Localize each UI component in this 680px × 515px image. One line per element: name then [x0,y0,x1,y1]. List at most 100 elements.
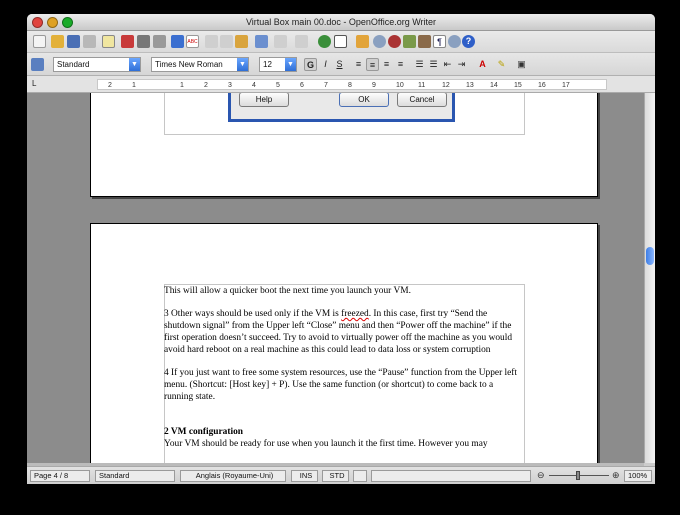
gallery-icon[interactable] [403,35,416,48]
paragraph: 3 Other ways should be used only if the … [164,308,524,356]
increase-indent-icon[interactable]: ⇥ [455,58,468,71]
navigator-icon[interactable] [388,35,401,48]
decrease-indent-icon[interactable]: ⇤ [441,58,454,71]
zoom-handle[interactable] [576,471,580,480]
preview-icon[interactable] [153,35,166,48]
ruler-tick: 7 [324,82,328,89]
ruler-tick: 10 [396,82,404,89]
zoom-window-button[interactable] [62,17,73,28]
modified-indicator [353,470,367,482]
ruler-tick: 14 [490,82,498,89]
align-left-icon[interactable]: ≡ [352,58,365,71]
status-bar: Page 4 / 8 Standard Anglais (Royaume-Uni… [27,466,655,484]
ruler-tick: 13 [466,82,474,89]
horizontal-ruler[interactable]: L 2 1 1 2 3 4 5 6 7 8 9 10 11 12 13 14 1… [27,76,655,93]
zoom-out-icon[interactable]: ⊖ [537,470,545,481]
ruler-tick: 6 [300,82,304,89]
show-draw-icon[interactable] [356,35,369,48]
background-color-icon[interactable]: ▣ [515,58,528,71]
align-right-icon[interactable]: ≡ [380,58,393,71]
edit-icon[interactable] [102,35,115,48]
styles-icon[interactable] [31,58,44,71]
title-bar: Virtual Box main 00.doc - OpenOffice.org… [27,14,655,31]
paragraph: 4 If you just want to free some system r… [164,368,518,402]
standard-toolbar: ABC ¶ ? [27,31,655,53]
underline-button[interactable]: S [333,58,346,71]
ruler-tick: 4 [252,82,256,89]
redo-icon[interactable] [295,35,308,48]
selection-mode-indicator[interactable]: STD [322,470,349,482]
text-run: 3 Other ways should be used only if the … [164,309,342,319]
bold-button[interactable]: G [304,58,317,71]
ruler-tick: 5 [276,82,280,89]
chevron-down-icon[interactable]: ▼ [237,58,248,71]
paragraph: This will allow a quicker boot the next … [164,286,411,296]
hyperlink-icon[interactable] [318,35,331,48]
ruler-tick: 11 [418,82,426,89]
document-page[interactable]: Help OK Cancel [90,93,598,197]
font-name-value: Times New Roman [155,60,223,69]
save-icon[interactable] [67,35,80,48]
paragraph: Your VM should be ready for use when you… [164,439,488,449]
vertical-scrollbar[interactable] [644,93,655,463]
email-icon[interactable] [83,35,96,48]
window-title: Virtual Box main 00.doc - OpenOffice.org… [245,17,437,27]
print-icon[interactable] [137,35,150,48]
table-icon[interactable] [334,35,347,48]
font-name-combo[interactable]: Times New Roman ▼ [151,57,249,72]
new-doc-icon[interactable] [33,35,46,48]
pdf-icon[interactable] [121,35,134,48]
language-indicator[interactable]: Anglais (Royaume-Uni) [180,470,286,482]
page-style-indicator[interactable]: Standard [95,470,175,482]
writer-window: Virtual Box main 00.doc - OpenOffice.org… [27,14,655,484]
spellcheck-icon[interactable] [171,35,184,48]
paragraph-style-combo[interactable]: Standard ▼ [53,57,141,72]
signature-indicator [371,470,531,482]
empty-paragraph [164,414,524,426]
ruler-tick: 9 [372,82,376,89]
undo-icon[interactable] [274,35,287,48]
ruler-tick: 1 [180,82,184,89]
cut-icon[interactable] [205,35,218,48]
zoom-slider[interactable]: ⊖ ⊕ [537,470,622,482]
numbering-icon[interactable]: ☰ [413,58,426,71]
page-indicator[interactable]: Page 4 / 8 [30,470,90,482]
paste-icon[interactable] [235,35,248,48]
document-page[interactable]: This will allow a quicker boot the next … [90,223,598,463]
justify-icon[interactable]: ≡ [394,58,407,71]
font-color-icon[interactable]: A [476,58,489,71]
chevron-down-icon[interactable]: ▼ [129,58,140,71]
ruler-tick: 2 [204,82,208,89]
screenshot-dialog-image: Help OK Cancel [228,93,455,122]
chevron-down-icon[interactable]: ▼ [285,58,296,71]
zoom-in-icon[interactable]: ⊕ [612,470,620,481]
ruler-tick: 15 [514,82,522,89]
font-size-combo[interactable]: 12 ▼ [259,57,297,72]
datasource-icon[interactable] [418,35,431,48]
document-workspace[interactable]: Help OK Cancel This will allow a quicker… [27,93,644,463]
nonprinting-icon[interactable]: ¶ [433,35,446,48]
ruler-tick: 2 [108,82,112,89]
find-icon[interactable] [373,35,386,48]
document-body[interactable]: This will allow a quicker boot the next … [164,285,524,450]
align-center-icon[interactable]: ≡ [366,58,379,71]
bullets-icon[interactable]: ☰ [427,58,440,71]
clone-icon[interactable] [255,35,268,48]
ok-button: OK [339,93,389,107]
tab-stop-selector[interactable]: L [32,79,36,88]
close-window-button[interactable] [32,17,43,28]
help-icon[interactable]: ? [462,35,475,48]
italic-button[interactable]: I [319,58,332,71]
zoom-icon[interactable] [448,35,461,48]
section-heading: 2 VM configuration [164,427,243,437]
zoom-level[interactable]: 100% [624,470,652,482]
ruler-tick: 16 [538,82,546,89]
scroll-thumb[interactable] [646,247,654,265]
minimize-window-button[interactable] [47,17,58,28]
open-icon[interactable] [51,35,64,48]
highlight-icon[interactable]: ✎ [495,58,508,71]
copy-icon[interactable] [220,35,233,48]
autospell-icon[interactable]: ABC [186,35,199,48]
insert-mode-indicator[interactable]: INS [291,470,318,482]
misspelled-word: freezed [341,309,369,319]
